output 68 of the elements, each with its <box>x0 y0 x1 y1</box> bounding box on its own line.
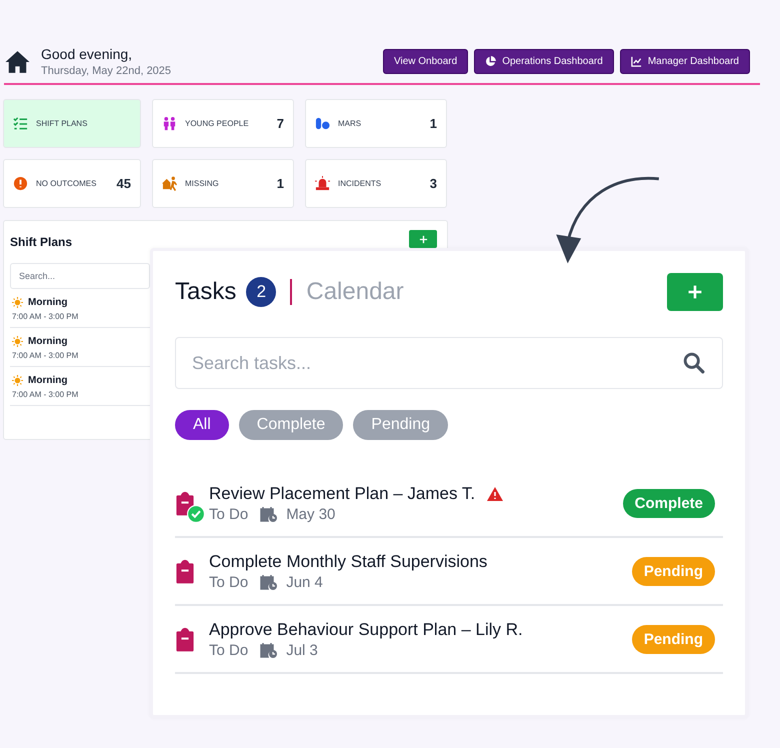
pills-icon <box>315 116 330 131</box>
stat-card[interactable]: MARS 1 <box>305 99 447 148</box>
due-date: Jun 4 <box>286 574 323 590</box>
stat-card[interactable]: MISSING 1 <box>152 159 294 208</box>
status-badge: Pending <box>632 624 715 654</box>
home-icon <box>4 50 31 74</box>
task-title: Approve Behaviour Support Plan – Lily R. <box>209 620 523 640</box>
plus-icon <box>418 234 428 244</box>
card-count: 3 <box>430 176 437 191</box>
count-badge: 2 <box>246 277 276 307</box>
sun-icon <box>12 297 23 308</box>
shift-name: Morning <box>28 336 68 347</box>
date-text: Thursday, May 22nd, 2025 <box>41 65 172 77</box>
card-label: MARS <box>338 119 362 128</box>
nav-button[interactable]: Operations Dashboard <box>474 49 614 74</box>
card-count: 1 <box>430 116 437 131</box>
task-state: To Do <box>209 642 248 658</box>
status-badge: Pending <box>632 556 715 586</box>
card-label: YOUNG PEOPLE <box>185 119 249 128</box>
due-date: May 30 <box>286 506 336 522</box>
card-label: NO OUTCOMES <box>36 179 96 188</box>
people-icon <box>162 116 177 131</box>
search-field[interactable]: Search... <box>10 263 150 289</box>
greeting: Good evening, <box>41 46 134 62</box>
nav-button[interactable]: View Onboard <box>383 49 468 74</box>
due-date: Jul 3 <box>286 642 318 658</box>
card-label: INCIDENTS <box>338 179 382 188</box>
task-state: To Do <box>209 574 248 590</box>
task-title: Complete Monthly Staff Supervisions <box>209 552 488 572</box>
clipboard-icon <box>175 559 195 585</box>
shift-name: Morning <box>28 375 68 386</box>
task-title: Review Placement Plan – James T. <box>209 484 476 504</box>
search-icon <box>683 352 705 374</box>
stat-card[interactable]: YOUNG PEOPLE 7 <box>152 99 294 148</box>
calendar-clock-icon <box>260 642 278 658</box>
card-count: 1 <box>276 176 284 191</box>
card-label: MISSING <box>185 179 219 188</box>
add-button[interactable] <box>409 230 437 248</box>
sun-icon <box>12 375 23 386</box>
stat-card[interactable]: NO OUTCOMES 45 <box>3 159 141 208</box>
siren-icon <box>315 176 330 191</box>
search-field[interactable]: Search tasks... <box>175 337 723 389</box>
stat-card[interactable]: SHIFT PLANS <box>3 99 141 148</box>
status-badge: Complete <box>622 488 715 518</box>
checklist-icon <box>13 116 28 131</box>
card-count: 45 <box>116 176 131 191</box>
filter-chip[interactable]: All <box>175 410 229 440</box>
calendar-clock-icon <box>260 506 278 522</box>
shift-time: 7:00 AM - 3:00 PM <box>12 351 80 360</box>
panel-title: Shift Plans <box>10 235 72 249</box>
stat-card[interactable]: INCIDENTS 3 <box>305 159 447 208</box>
card-count: 7 <box>276 116 284 131</box>
plus-icon <box>687 284 703 300</box>
add-button[interactable] <box>667 273 723 311</box>
alert-icon <box>13 176 28 191</box>
running-person-icon <box>162 176 177 191</box>
sun-icon <box>12 336 23 347</box>
tab[interactable]: Tasks <box>175 278 236 306</box>
task-state: To Do <box>209 506 248 522</box>
shift-time: 7:00 AM - 3:00 PM <box>12 390 80 399</box>
shift-name: Morning <box>28 297 68 308</box>
card-label: SHIFT PLANS <box>36 119 88 128</box>
clipboard-icon <box>175 627 195 653</box>
line-chart-icon <box>630 56 642 67</box>
nav-button[interactable]: Manager Dashboard <box>620 49 750 74</box>
pie-chart-icon <box>485 56 496 67</box>
calendar-clock-icon <box>260 574 278 590</box>
shift-time: 7:00 AM - 3:00 PM <box>12 312 80 321</box>
